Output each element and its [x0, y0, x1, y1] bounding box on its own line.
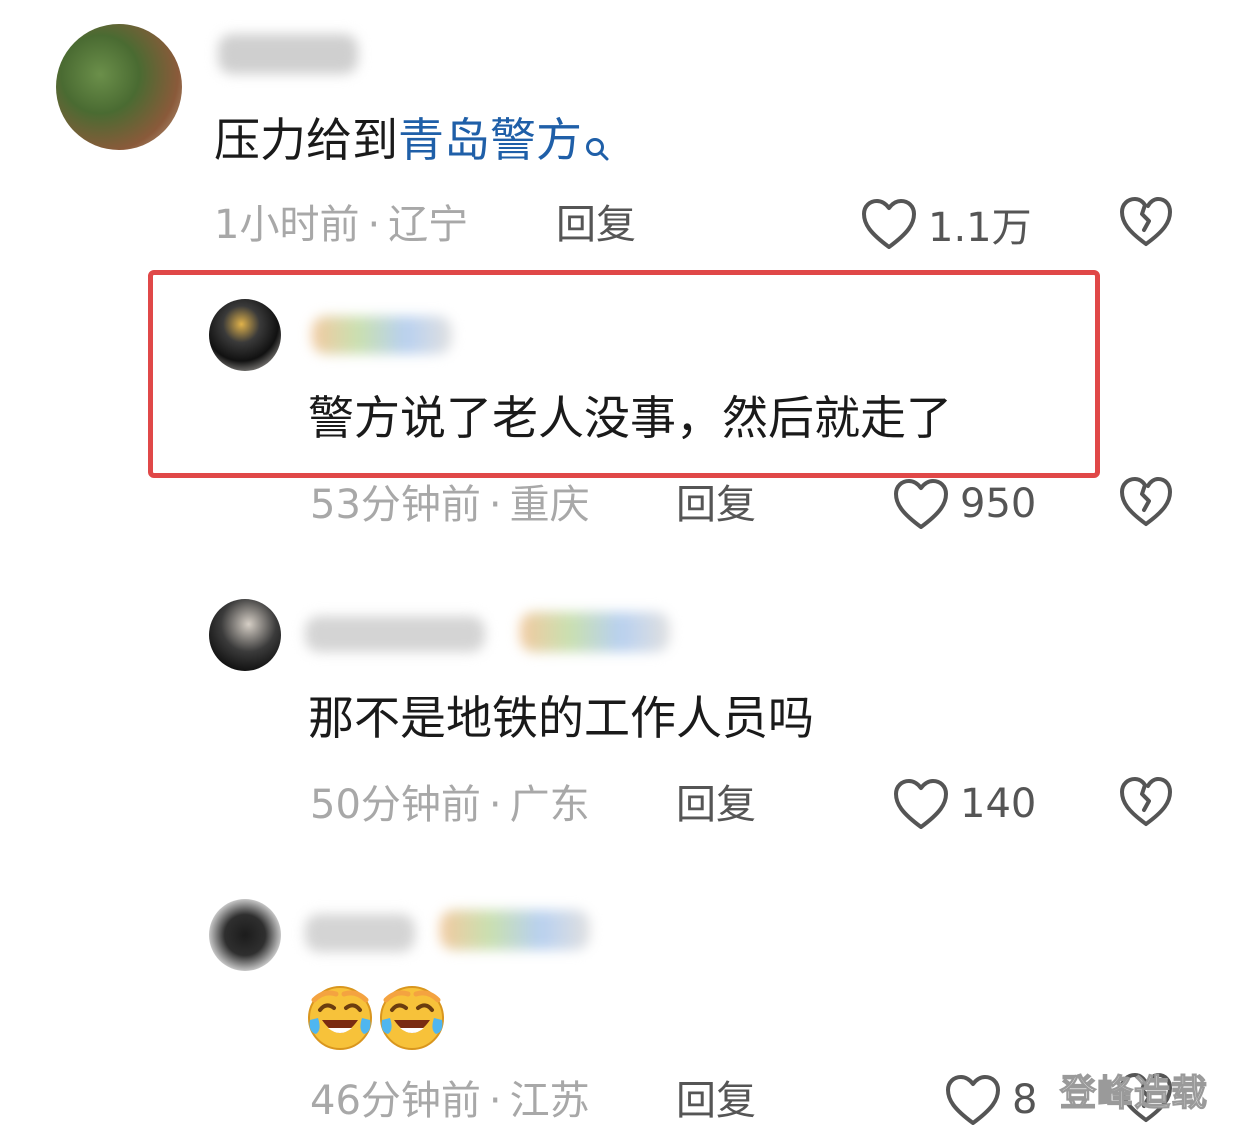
- like-count: 8: [1012, 1077, 1038, 1123]
- heart-icon: [946, 1075, 1000, 1125]
- broken-heart-icon[interactable]: [1118, 774, 1174, 830]
- like-count: 950: [960, 481, 1037, 527]
- reply-location: 广东: [509, 782, 590, 828]
- meta-separator: ·: [488, 782, 502, 828]
- reply-text: 那不是地铁的工作人员吗: [308, 691, 814, 745]
- like-count: 140: [960, 781, 1037, 827]
- reply-text: 警方说了老人没事，然后就走了: [308, 391, 952, 445]
- heart-icon: [894, 779, 948, 829]
- reply-meta: 46分钟前 · 江苏: [310, 1076, 590, 1126]
- comment-text-prefix: 压力给到: [214, 113, 398, 167]
- like-count: 1.1万: [928, 205, 1032, 251]
- highlight-box: [148, 270, 1100, 478]
- meta-separator: ·: [488, 1078, 502, 1124]
- username-blurred[interactable]: [305, 616, 485, 652]
- reply-to-username-blurred[interactable]: [440, 910, 590, 950]
- username-blurred[interactable]: [305, 914, 415, 952]
- like-button[interactable]: 950: [892, 474, 1036, 534]
- avatar[interactable]: [209, 899, 281, 971]
- avatar[interactable]: [56, 24, 182, 150]
- avatar[interactable]: [209, 599, 281, 671]
- reply-meta: 53分钟前 · 重庆: [310, 480, 590, 530]
- username-blurred[interactable]: [312, 316, 452, 354]
- reply-button[interactable]: 回复: [556, 200, 636, 250]
- heart-icon: [894, 479, 948, 529]
- reply-time: 46分钟前: [310, 1078, 481, 1124]
- reply-button[interactable]: 回复: [676, 480, 756, 530]
- like-button[interactable]: 1.1万: [860, 194, 1032, 254]
- reply-button[interactable]: 回复: [676, 1076, 756, 1126]
- reply-location: 重庆: [509, 482, 590, 528]
- laughing-crying-emoji-icon: [380, 986, 444, 1050]
- comment-text: 压力给到青岛警方: [214, 112, 610, 174]
- reply-time: 53分钟前: [310, 482, 481, 528]
- search-link[interactable]: 青岛警方: [398, 113, 582, 167]
- search-icon[interactable]: [584, 118, 610, 174]
- avatar[interactable]: [209, 299, 281, 371]
- comment-time: 1小时前: [214, 202, 360, 248]
- reply-button[interactable]: 回复: [676, 780, 756, 830]
- like-button[interactable]: 140: [892, 774, 1036, 834]
- reply-time: 50分钟前: [310, 782, 481, 828]
- reply-location: 江苏: [509, 1078, 590, 1124]
- meta-separator: ·: [367, 202, 381, 248]
- reply-to-username-blurred[interactable]: [520, 612, 670, 652]
- watermark: 登峰造载: [1059, 1072, 1209, 1114]
- meta-separator: ·: [488, 482, 502, 528]
- reply-meta: 50分钟前 · 广东: [310, 780, 590, 830]
- username-blurred[interactable]: [218, 34, 358, 74]
- comment-location: 辽宁: [388, 202, 469, 248]
- like-button[interactable]: 8: [944, 1070, 1037, 1130]
- comment-meta: 1小时前 · 辽宁: [214, 200, 468, 250]
- broken-heart-icon[interactable]: [1118, 474, 1174, 530]
- laughing-crying-emoji-icon: [308, 986, 372, 1050]
- heart-icon: [862, 199, 916, 249]
- broken-heart-icon[interactable]: [1118, 194, 1174, 250]
